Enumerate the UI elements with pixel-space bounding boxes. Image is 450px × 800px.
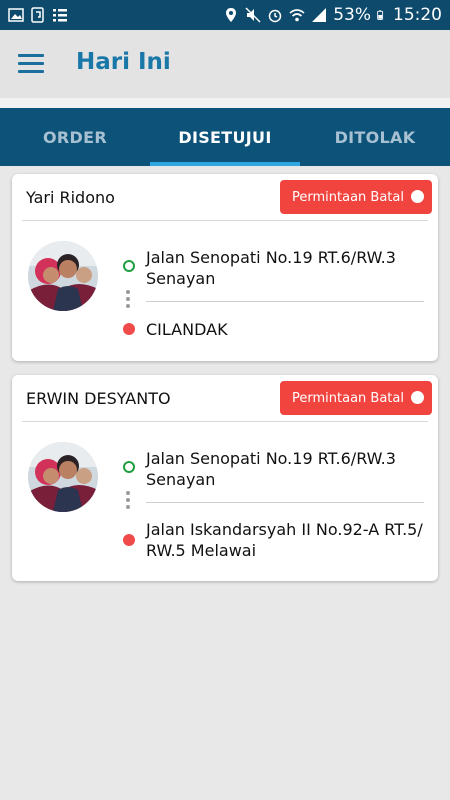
origin-address: Jalan Senopati No.19 RT.6/RW.3 Senayan [146,248,396,288]
avatar [28,241,98,311]
tab-ditolak[interactable]: DITOLAK [300,108,450,166]
avatar-photo [28,442,98,512]
battery-icon [377,10,384,20]
card-header: Yari Ridono Permintaan Batal [22,174,432,221]
order-card[interactable]: Yari Ridono Permintaan Batal Jalan Senop… [12,174,438,361]
clock-time: 15:20 [393,5,442,25]
status-left-icons [8,7,68,23]
destination-pin-icon [123,323,135,335]
cancel-request-button[interactable]: Permintaan Batal [280,180,432,214]
order-card[interactable]: ERWIN DESYANTO Permintaan Batal Jalan Se… [12,375,438,581]
cancel-request-button[interactable]: Permintaan Batal [280,381,432,415]
card-header: ERWIN DESYANTO Permintaan Batal [22,375,432,422]
destination-address: Jalan Iskandarsyah II No.92-A RT.5/ RW.5… [146,520,423,560]
page-title: Hari Ini [76,49,171,75]
origin-pin-icon [123,260,135,272]
cancel-request-label: Permintaan Batal [292,390,404,406]
status-bar: 53% 15:20 [0,0,450,30]
origin-pin-icon [123,461,135,473]
wifi-icon [289,9,305,22]
address-divider [146,301,424,302]
hamburger-menu-icon[interactable] [18,54,44,74]
tab-order[interactable]: ORDER [0,108,150,166]
image-icon [8,8,24,22]
avatar [28,442,98,512]
battery-percent: 53% [333,5,371,25]
route-dots-icon [126,491,130,512]
customer-name: Yari Ridono [26,188,115,207]
origin-address: Jalan Senopati No.19 RT.6/RW.3 Senayan [146,449,396,489]
status-right-icons: 53% 15:20 [223,5,442,25]
tab-bar: ORDER DISETUJUI DITOLAK [0,108,450,166]
customer-name: ERWIN DESYANTO [26,389,171,408]
app-bar: Hari Ini [0,30,450,98]
destination-pin-icon [123,534,135,546]
avatar-photo [28,241,98,311]
alarm-icon [268,9,282,23]
toggle-dot-icon [411,391,424,404]
toggle-dot-icon [411,190,424,203]
appbar-divider [0,98,450,108]
cancel-request-label: Permintaan Batal [292,189,404,205]
list-icon [53,9,67,22]
route-dots-icon [126,290,130,311]
address-divider [146,502,424,503]
tab-disetujui[interactable]: DISETUJUI [150,108,300,166]
nfc-icon [31,7,44,23]
location-icon [226,8,237,22]
mute-icon [245,7,261,23]
signal-icon [312,8,327,22]
destination-address: CILANDAK [146,320,228,339]
